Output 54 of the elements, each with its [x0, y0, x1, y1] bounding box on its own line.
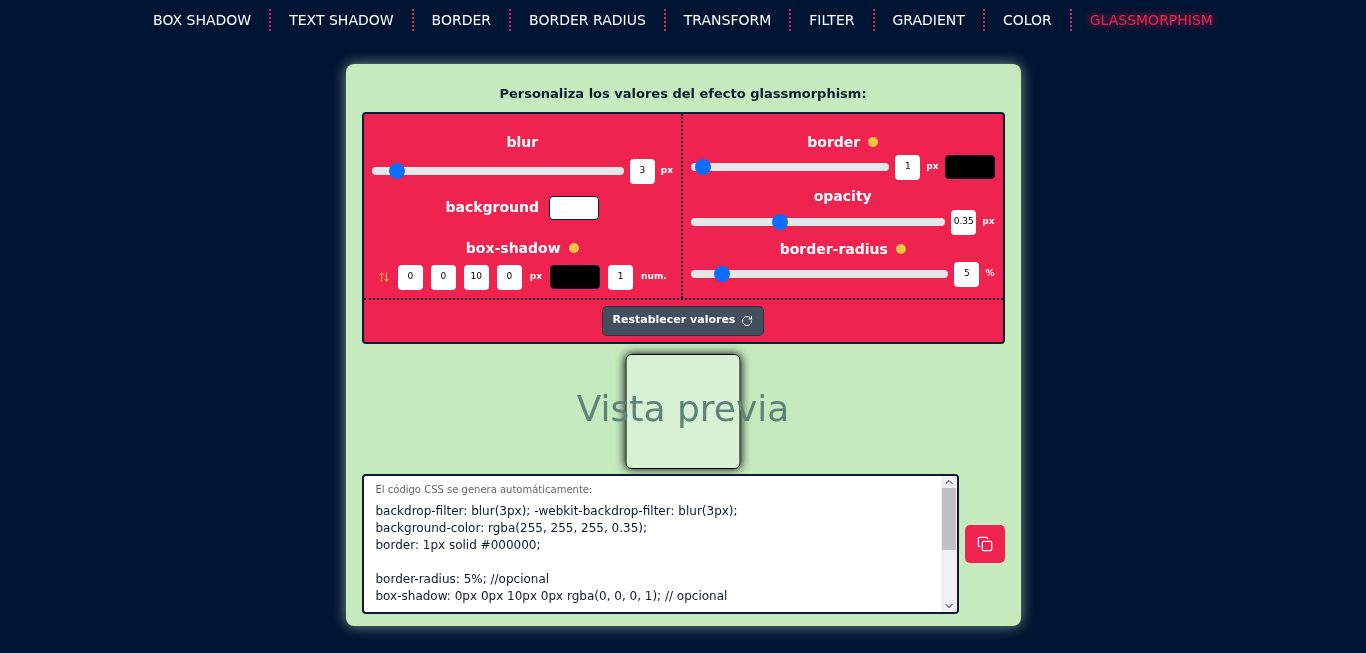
copy-button[interactable]: [964, 524, 1005, 563]
unit-label: px: [926, 160, 939, 174]
scrollbar[interactable]: [940, 475, 957, 612]
code-textarea[interactable]: [361, 473, 959, 614]
control-label: blur: [506, 132, 539, 152]
refresh-icon: [741, 314, 754, 327]
code-line: backdrop-filter: blur(3px); -webkit-backdrop-filter: blur(3px);: [375, 502, 739, 520]
code-line: box-shadow: 0px 0px 10px 0px rgba(0, 0, 0, 1); // opcional: [375, 587, 729, 605]
reset-button[interactable]: Restablecer valores: [601, 305, 765, 336]
nav-link[interactable]: COLOR: [992, 9, 1062, 31]
control-label: border-radius: [779, 239, 888, 259]
nav-link[interactable]: TEXT SHADOW: [279, 9, 404, 31]
nav-link[interactable]: BOX SHADOW: [143, 9, 262, 31]
slider-thumb[interactable]: [713, 266, 730, 282]
number-field[interactable]: 3: [629, 158, 655, 184]
color-picker[interactable]: [550, 265, 601, 289]
control-label: box-shadow: [465, 238, 561, 258]
code-line: border-radius: 5%; //opcional: [375, 570, 551, 588]
copy-icon: [976, 535, 993, 552]
slider-thumb[interactable]: [772, 214, 788, 230]
info-icon: [868, 137, 879, 147]
unit-label: %: [985, 267, 995, 281]
code-line: background-color: rgba(255, 255, 255, 0.35);: [375, 519, 649, 537]
slider-thumb[interactable]: [388, 163, 405, 179]
nav-link[interactable]: GRADIENT: [882, 9, 975, 31]
nav-link[interactable]: BORDER RADIUS: [519, 9, 656, 31]
number-field[interactable]: 5: [954, 261, 980, 287]
unit-label: num.: [641, 270, 667, 284]
info-icon: [568, 243, 579, 253]
unit-label: px: [660, 164, 673, 178]
color-picker[interactable]: [944, 155, 995, 179]
number-field[interactable]: 0.35: [951, 209, 977, 235]
nav-link[interactable]: BORDER: [421, 9, 502, 31]
number-field[interactable]: 10: [463, 264, 489, 290]
number-field[interactable]: 1: [608, 264, 634, 290]
control-label: border: [807, 132, 861, 152]
nav-link[interactable]: TRANSFORM: [673, 9, 782, 31]
number-field[interactable]: 0: [496, 264, 522, 290]
control-label: opacity: [813, 187, 872, 204]
nav-link[interactable]: FILTER: [799, 9, 865, 31]
unit-label: px: [529, 270, 543, 284]
info-icon: [895, 244, 906, 254]
unit-label: px: [982, 215, 995, 229]
color-picker[interactable]: [549, 195, 600, 220]
nav-link[interactable]: GLASSMORPHISM: [1079, 9, 1223, 31]
code-line: border: 1px solid #000000;: [375, 536, 542, 554]
number-field[interactable]: 0: [397, 264, 423, 290]
slider-thumb[interactable]: [694, 159, 711, 175]
number-field[interactable]: 1: [895, 154, 921, 180]
card-heading: Personaliza los valores del efecto glassmorphism:: [498, 85, 868, 103]
number-field[interactable]: 0: [430, 264, 456, 290]
control-label: background: [445, 198, 540, 217]
code-label: El código CSS se genera automáticamente:: [375, 482, 594, 497]
resize-icon: [377, 271, 390, 283]
